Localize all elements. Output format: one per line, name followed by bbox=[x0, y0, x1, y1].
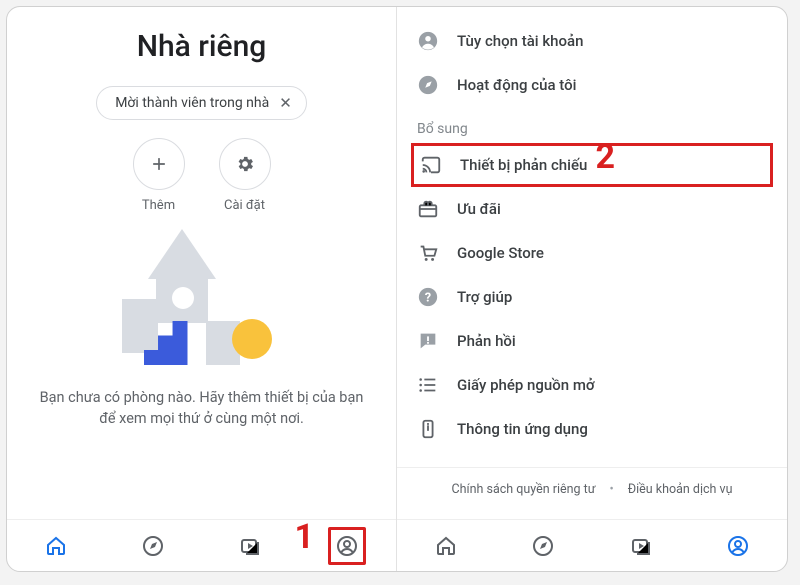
invite-chip-label: Mời thành viên trong nhà bbox=[115, 95, 269, 111]
add-action[interactable]: Thêm bbox=[133, 138, 185, 213]
separator-dot: • bbox=[610, 482, 614, 497]
nav-media-icon[interactable] bbox=[622, 527, 660, 565]
plus-icon bbox=[133, 138, 185, 190]
cart-icon bbox=[417, 242, 439, 264]
menu-label: Thiết bị phản chiếu bbox=[460, 156, 587, 174]
help-icon: ? bbox=[417, 286, 439, 308]
footer-links: Chính sách quyền riêng tư • Điều khoản d… bbox=[397, 467, 787, 503]
nav-account-icon[interactable] bbox=[328, 527, 366, 565]
annotation-2: 2 bbox=[595, 137, 615, 177]
nav-explore-icon[interactable] bbox=[524, 527, 562, 565]
nav-home-icon[interactable] bbox=[427, 527, 465, 565]
menu-label: Hoạt động của tôi bbox=[457, 76, 576, 94]
menu-app-info[interactable]: Thông tin ứng dụng bbox=[397, 407, 787, 451]
invite-chip[interactable]: Mời thành viên trong nhà ✕ bbox=[96, 86, 307, 120]
menu-google-store[interactable]: Google Store bbox=[397, 231, 787, 275]
annotation-1: 1 bbox=[294, 517, 314, 557]
section-label: Bổ sung bbox=[397, 107, 787, 143]
nav-media-icon[interactable] bbox=[231, 527, 269, 565]
menu-list: Tùy chọn tài khoản Hoạt động của tôi Bổ … bbox=[397, 7, 787, 451]
menu-label: Thông tin ứng dụng bbox=[457, 420, 588, 438]
nav-account-icon[interactable] bbox=[719, 527, 757, 565]
menu-feedback[interactable]: Phản hồi bbox=[397, 319, 787, 363]
settings-label: Cài đặt bbox=[224, 198, 265, 213]
house-illustration bbox=[112, 229, 292, 369]
nav-explore-icon[interactable] bbox=[134, 527, 172, 565]
menu-my-activity[interactable]: Hoạt động của tôi bbox=[397, 63, 787, 107]
activity-icon bbox=[417, 74, 439, 96]
bottom-nav-right bbox=[397, 519, 787, 571]
cast-icon bbox=[420, 154, 442, 176]
menu-label: Giấy phép nguồn mở bbox=[457, 376, 595, 394]
feedback-icon bbox=[417, 330, 439, 352]
privacy-link[interactable]: Chính sách quyền riêng tư bbox=[452, 482, 596, 497]
actions-row: Thêm Cài đặt bbox=[7, 138, 396, 213]
app-frame: Nhà riêng Mời thành viên trong nhà ✕ Thê… bbox=[6, 6, 788, 572]
svg-text:?: ? bbox=[425, 291, 431, 306]
account-menu-screen: Tùy chọn tài khoản Hoạt động của tôi Bổ … bbox=[397, 7, 787, 571]
menu-account-options[interactable]: Tùy chọn tài khoản bbox=[397, 19, 787, 63]
close-icon[interactable]: ✕ bbox=[279, 96, 292, 111]
nav-home-icon[interactable] bbox=[37, 527, 75, 565]
bottom-nav-left bbox=[7, 519, 396, 571]
list-icon bbox=[417, 374, 439, 396]
settings-action[interactable]: Cài đặt bbox=[219, 138, 271, 213]
menu-label: Tùy chọn tài khoản bbox=[457, 32, 583, 50]
menu-label: Trợ giúp bbox=[457, 288, 512, 306]
menu-cast-device[interactable]: Thiết bị phản chiếu bbox=[411, 143, 773, 187]
device-info-icon bbox=[417, 418, 439, 440]
offers-icon bbox=[417, 198, 439, 220]
gear-icon bbox=[219, 138, 271, 190]
menu-label: Google Store bbox=[457, 244, 544, 262]
add-label: Thêm bbox=[142, 198, 175, 213]
person-circle-icon bbox=[417, 30, 439, 52]
menu-label: Ưu đãi bbox=[457, 200, 501, 218]
menu-help[interactable]: ? Trợ giúp bbox=[397, 275, 787, 319]
menu-offers[interactable]: Ưu đãi bbox=[397, 187, 787, 231]
menu-licenses[interactable]: Giấy phép nguồn mở bbox=[397, 363, 787, 407]
page-title: Nhà riêng bbox=[7, 29, 396, 64]
empty-state-text: Bạn chưa có phòng nào. Hãy thêm thiết bị… bbox=[33, 387, 370, 429]
menu-label: Phản hồi bbox=[457, 332, 516, 350]
home-screen: Nhà riêng Mời thành viên trong nhà ✕ Thê… bbox=[7, 7, 397, 571]
terms-link[interactable]: Điều khoản dịch vụ bbox=[628, 482, 733, 497]
